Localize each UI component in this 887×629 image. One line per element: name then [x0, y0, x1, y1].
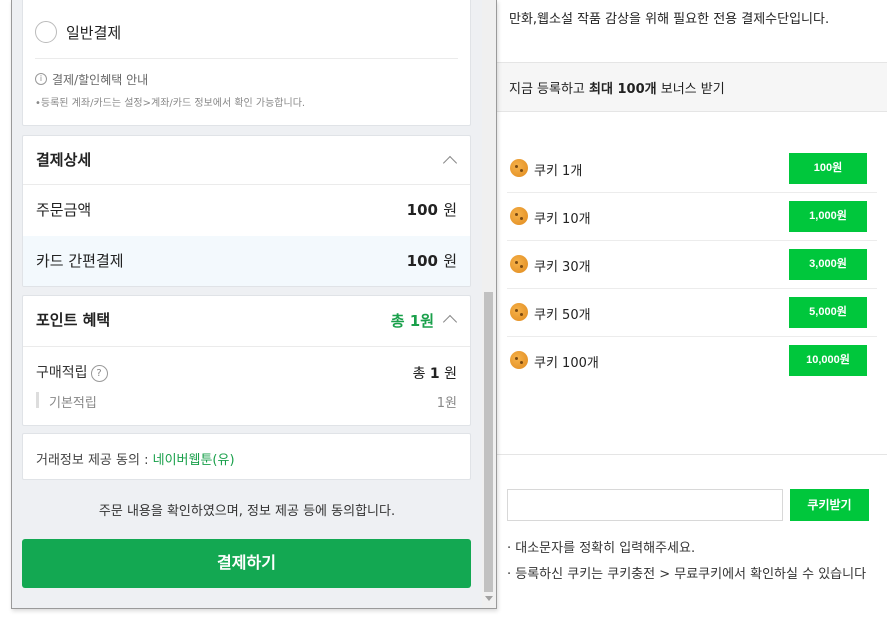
note-item: · 대소문자를 정확히 입력해주세요.	[507, 541, 696, 556]
payment-method-card: 일반결제 i 결제/할인혜택 안내 •등록된 계좌/카드는 설정>계좌/카드 정…	[22, 0, 471, 126]
purchase-reward-value: 총 1 원	[413, 363, 457, 383]
order-amount-unit: 원	[443, 201, 457, 219]
cookie-label: 쿠키 10개	[534, 212, 591, 227]
scrollbar-thumb[interactable]	[484, 292, 493, 592]
cookie-row: 쿠키 30개 3,000원	[507, 241, 877, 289]
point-benefit-title: 포인트 혜택	[36, 311, 111, 329]
buy-cookie-button[interactable]: 100원	[789, 153, 867, 184]
note-item: · 등록하신 쿠키는 쿠키충전 > 무료쿠키에서 확인하실 수 있습니다	[507, 567, 867, 582]
bonus-prefix: 지금 등록하고	[509, 82, 585, 97]
bonus-highlight: 최대 100개	[589, 82, 657, 97]
basic-reward-value: 1원	[436, 396, 457, 411]
cookie-label: 쿠키 1개	[534, 164, 583, 179]
intro-text: 만화,웹소설 작품 감상을 위해 필요한 전용 결제수단입니다.	[509, 12, 830, 27]
bonus-suffix: 보너스 받기	[660, 82, 725, 97]
pay-button[interactable]: 결제하기	[22, 539, 471, 588]
payment-detail-title: 결제상세	[36, 151, 92, 169]
chevron-up-icon[interactable]	[442, 155, 458, 171]
bonus-text: 지금 등록하고 최대 100개 보너스 받기	[509, 78, 725, 97]
order-amount-value: 100 원	[407, 199, 457, 220]
section-divider	[497, 454, 887, 455]
chevron-up-icon[interactable]	[442, 314, 458, 330]
card-payment-value: 100 원	[407, 250, 457, 271]
purchase-reward-number: 1	[429, 366, 440, 382]
agreement-text: 거래정보 제공 동의 : 네이버웹툰(유)	[36, 449, 235, 468]
general-payment-label[interactable]: 일반결제	[66, 22, 121, 43]
agreement-card: 거래정보 제공 동의 : 네이버웹툰(유)	[22, 433, 471, 480]
card-payment-number: 100	[406, 252, 438, 270]
bonus-banner[interactable]: 지금 등록하고 최대 100개 보너스 받기	[497, 62, 887, 112]
payment-detail-card: 결제상세 주문금액 100 원 카드 간편결제 100 원	[22, 135, 471, 287]
divider	[23, 184, 470, 185]
cookie-icon	[510, 159, 528, 177]
cookie-row: 쿠키 1개 100원	[507, 145, 877, 193]
purchase-reward-text: 구매적립	[36, 365, 88, 381]
cookie-label: 쿠키 50개	[534, 308, 591, 323]
cookie-charge-page: 만화,웹소설 작품 감상을 위해 필요한 전용 결제수단입니다. 지금 등록하고…	[497, 0, 887, 629]
scroll-down-arrow-icon[interactable]	[485, 596, 493, 601]
divider	[23, 346, 470, 347]
general-payment-radio[interactable]	[35, 21, 57, 43]
purchase-reward-unit: 원	[444, 366, 457, 382]
purchase-reward-prefix: 총	[412, 366, 426, 382]
buy-cookie-button[interactable]: 3,000원	[789, 249, 867, 280]
coupon-notes: · 대소문자를 정확히 입력해주세요. · 등록하신 쿠키는 쿠키충전 > 무료…	[507, 540, 866, 592]
divider	[35, 58, 458, 59]
cookie-list: 쿠키 1개 100원 쿠키 10개 1,000원 쿠키 30개 3,000원 쿠…	[507, 145, 877, 385]
sub-item-bar	[36, 392, 39, 408]
basic-reward-label: 기본적립	[49, 396, 97, 411]
cookie-icon	[510, 303, 528, 321]
redeem-coupon-button[interactable]: 쿠키받기	[790, 489, 869, 521]
buy-cookie-button[interactable]: 5,000원	[789, 297, 867, 328]
card-payment-unit: 원	[443, 252, 457, 270]
cookie-row: 쿠키 10개 1,000원	[507, 193, 877, 241]
buy-cookie-button[interactable]: 1,000원	[789, 201, 867, 232]
purchase-reward-label: 구매적립?	[36, 362, 108, 382]
card-payment-label: 카드 간편결제	[36, 252, 124, 270]
cookie-row: 쿠키 50개 5,000원	[507, 289, 877, 337]
coupon-code-input[interactable]	[507, 489, 783, 521]
cookie-icon	[510, 255, 528, 273]
point-benefit-card: 포인트 혜택 총 1원 구매적립? 총 1 원 기본적립 1원	[22, 295, 471, 426]
cookie-icon	[510, 351, 528, 369]
cookie-label: 쿠키 30개	[534, 260, 591, 275]
info-icon: i	[35, 73, 47, 85]
confirm-text: 주문 내용을 확인하였으며, 정보 제공 등에 동의합니다.	[98, 504, 396, 519]
cookie-label: 쿠키 100개	[534, 356, 599, 371]
cookie-row: 쿠키 100개 10,000원	[507, 337, 877, 385]
payment-popup: 일반결제 i 결제/할인혜택 안내 •등록된 계좌/카드는 설정>계좌/카드 정…	[11, 0, 497, 609]
agreement-link[interactable]: 네이버웹툰(유)	[153, 453, 235, 468]
agreement-label: 거래정보 제공 동의 :	[36, 453, 149, 468]
payment-info-description: •등록된 계좌/카드는 설정>계좌/카드 정보에서 확인 가능합니다.	[35, 98, 306, 109]
card-payment-row: 카드 간편결제 100 원	[23, 236, 470, 286]
payment-info-title[interactable]: 결제/할인혜택 안내	[52, 71, 148, 88]
cookie-icon	[510, 207, 528, 225]
buy-cookie-button[interactable]: 10,000원	[789, 345, 867, 376]
order-amount-label: 주문금액	[36, 201, 92, 219]
order-amount-number: 100	[406, 201, 438, 219]
help-icon[interactable]: ?	[90, 364, 108, 382]
point-total: 총 1원	[390, 312, 434, 330]
